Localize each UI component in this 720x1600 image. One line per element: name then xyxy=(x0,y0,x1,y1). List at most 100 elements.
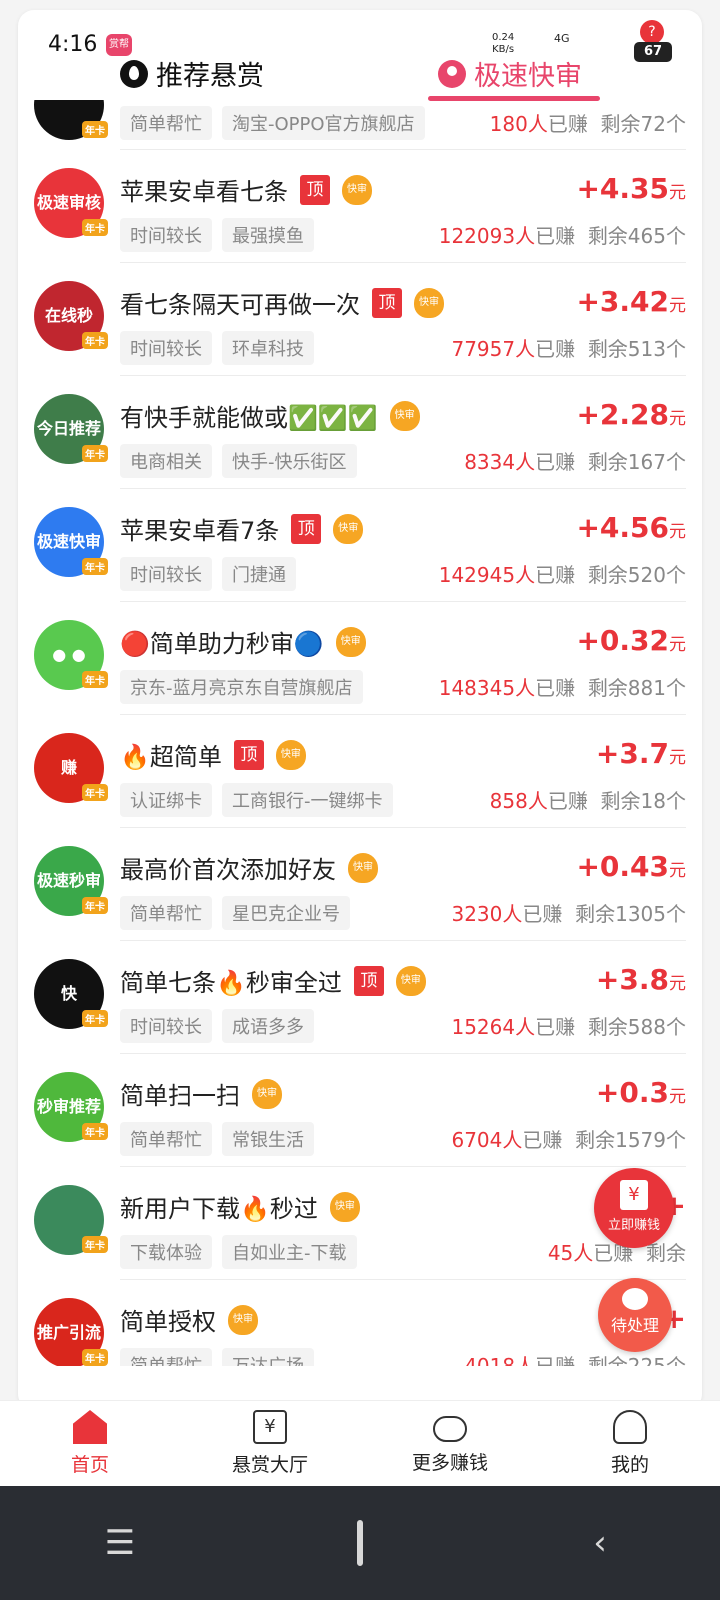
task-row[interactable]: 今日推荐 年卡 有快手就能做或✅✅✅ 快审 +2.28元 电商相关 快手-快乐街区 8334人… xyxy=(34,376,686,489)
remaining-count: 剩余881个 xyxy=(587,676,686,700)
task-tag: 认证绑卡 xyxy=(120,783,212,817)
pinned-badge: 顶 xyxy=(233,739,264,770)
task-row[interactable]: ● ● 年卡 🔴简单助力秒审🔵 快审 +0.32元 京东-蓝月亮京东自营旗舰店 148345… xyxy=(34,602,686,715)
fast-review-icon: 快审 xyxy=(395,965,426,996)
year-card-badge: 年卡 xyxy=(82,219,108,236)
year-card-badge: 年卡 xyxy=(82,1010,108,1027)
task-stats: 4018人已赚 剩余225个 xyxy=(464,1350,686,1366)
task-stats: 142945人已赚 剩余520个 xyxy=(439,559,686,588)
earned-label: 已赚 xyxy=(535,1354,576,1366)
task-title-row: 看七条隔天可再做一次顶快审 xyxy=(120,285,444,320)
task-tag: 时间较长 xyxy=(120,557,212,591)
task-avatar: 极速审核年卡 xyxy=(34,168,108,238)
price-value: 3.7 xyxy=(619,737,669,770)
remaining-count: 剩余 xyxy=(646,1241,686,1265)
tab-me[interactable]: 我的 xyxy=(540,1401,720,1486)
task-tags: 简单帮忙 淘宝-OPPO官方旗舰店 xyxy=(120,106,425,140)
remaining-count: 剩余513个 xyxy=(587,337,686,361)
task-title-row: 🔴简单助力秒审🔵 快审 xyxy=(120,624,366,659)
price-value: 0.3 xyxy=(619,1076,669,1109)
year-card-badge: 年卡 xyxy=(82,332,108,349)
chat-bubble-icon xyxy=(622,1288,648,1310)
task-title: 🔥超简单 xyxy=(120,743,222,771)
year-card-badge: 年卡 xyxy=(82,445,108,462)
price-value: 0.32 xyxy=(599,624,669,657)
fast-review-icon: 快审 xyxy=(342,174,372,205)
task-list[interactable]: 年卡 简单帮忙 淘宝-OPPO官方旗舰店 180人已赚 剩余72个 极速审核 年卡 苹果安卓… xyxy=(18,100,702,1366)
task-row[interactable]: 快年卡 简单七条🔥秒审全过顶快审 +3.8元 时间较长 成语多多 15264人已赚 剩余5… xyxy=(34,941,686,1054)
task-tag: 自如业主-下载 xyxy=(222,1235,357,1269)
status-time: 4:16 xyxy=(48,32,98,57)
task-row[interactable]: 在线秒 年卡 看七条隔天可再做一次顶快审 +3.42元 时间较长 环卓科技 77957人已赚… xyxy=(34,263,686,376)
earned-label: 已赚 xyxy=(547,789,588,813)
fast-review-icon: 快审 xyxy=(335,626,366,657)
task-price: +2.28元 xyxy=(576,398,686,431)
task-stats: 77957人已赚 剩余513个 xyxy=(451,333,686,362)
year-card-badge: 年卡 xyxy=(82,671,108,688)
task-stats: 858人已赚 剩余18个 xyxy=(490,785,686,814)
task-row[interactable]: 秒审推荐 年卡 简单扫一扫 快审 +0.3元 简单帮忙 常银生活 6704人已赚 剩余1579… xyxy=(34,1054,686,1167)
task-tags: 认证绑卡 工商银行-一键绑卡 xyxy=(120,783,393,817)
task-price: +3.42元 xyxy=(576,285,686,318)
task-tag: 简单帮忙 xyxy=(120,1348,212,1366)
task-tag: 简单帮忙 xyxy=(120,106,212,140)
task-row[interactable]: 赚年卡 🔥超简单顶快审 +3.7元 认证绑卡 工商银行-一键绑卡 858人已赚 剩余18个 xyxy=(34,715,686,828)
task-tag: 成语多多 xyxy=(222,1009,314,1043)
earned-label: 已赚 xyxy=(522,902,563,926)
app-notification-icon: 赏帮 xyxy=(106,34,132,56)
notice-badge-icon[interactable]: ? xyxy=(640,20,664,44)
fast-review-icon: 快审 xyxy=(252,1078,282,1109)
fast-review-label: 极速快审 xyxy=(474,61,582,92)
earned-count: 15264人 xyxy=(451,1015,536,1039)
task-row[interactable]: 年卡 简单帮忙 淘宝-OPPO官方旗舰店 180人已赚 剩余72个 xyxy=(34,100,686,150)
task-stats: 15264人已赚 剩余588个 xyxy=(451,1011,686,1040)
price-unit: 元 xyxy=(669,861,686,881)
task-tag: 电商相关 xyxy=(120,444,212,478)
task-title: 看七条隔天可再做一次 xyxy=(120,291,360,319)
price-value: 2.28 xyxy=(599,398,669,431)
task-avatar: 秒审推荐 年卡 xyxy=(34,1072,108,1142)
recommend-tab[interactable]: 推荐悬赏 xyxy=(120,54,264,93)
menu-icon[interactable]: ☰ xyxy=(90,1523,150,1563)
task-stats: 148345人已赚 剩余881个 xyxy=(439,672,686,701)
earned-count: 122093人 xyxy=(438,224,536,248)
earned-count: 3230人 xyxy=(451,902,523,926)
task-avatar: 在线秒 年卡 xyxy=(34,281,108,351)
task-tag: 快手-快乐街区 xyxy=(222,444,357,478)
task-row[interactable]: 极速审核 年卡 苹果安卓看七条顶快审 +4.35元 时间较长 最强摸鱼 122093人已赚 … xyxy=(34,150,686,263)
tab-hall[interactable]: ¥ 悬赏大厅 xyxy=(180,1401,360,1486)
tab-home[interactable]: 首页 xyxy=(0,1401,180,1486)
price-sign: + xyxy=(576,624,600,657)
task-stats: 3230人已赚 剩余1305个 xyxy=(451,898,686,927)
pending-button[interactable]: 待处理 xyxy=(598,1278,672,1352)
remaining-count: 剩余588个 xyxy=(587,1015,686,1039)
task-avatar: 年卡 xyxy=(34,1185,108,1255)
task-row[interactable]: 极速快审 年卡 苹果安卓看7条顶快审 +4.56元 时间较长 门捷通 142945人已赚 剩… xyxy=(34,489,686,602)
price-value: 0.43 xyxy=(599,850,669,883)
pinned-badge: 顶 xyxy=(291,513,322,544)
avatar-text: 极速审核 xyxy=(36,192,101,212)
task-tag: 常银生活 xyxy=(222,1122,314,1156)
avatar-text: 秒审推荐 xyxy=(36,1096,101,1116)
tab-more[interactable]: 更多赚钱 xyxy=(360,1401,540,1486)
task-tag: 工商银行-一键绑卡 xyxy=(222,783,393,817)
price-value: 4.56 xyxy=(599,511,669,544)
task-avatar: 极速快审 年卡 xyxy=(34,507,108,577)
task-tag: 下载体验 xyxy=(120,1235,212,1269)
price-unit: 元 xyxy=(669,296,686,316)
task-row[interactable]: 极速秒审 年卡 最高价首次添加好友 快审 +0.43元 简单帮忙 星巴克企业号 3230人已赚… xyxy=(34,828,686,941)
pinned-badge: 顶 xyxy=(372,287,402,318)
remaining-count: 剩余18个 xyxy=(600,789,686,813)
back-icon[interactable]: ‹ xyxy=(570,1523,630,1563)
price-sign: + xyxy=(595,737,620,770)
home-square-icon[interactable] xyxy=(330,1520,390,1566)
earn-now-button[interactable]: ¥ 立即赚钱 xyxy=(594,1168,674,1248)
task-title: 简单授权 xyxy=(120,1308,216,1336)
fast-review-icon: 快审 xyxy=(333,513,364,544)
task-title: 🔴简单助力秒审🔵 xyxy=(120,630,324,658)
task-title-row: 苹果安卓看七条顶快审 xyxy=(120,172,372,207)
fast-review-tab[interactable]: 极速快审 xyxy=(438,54,582,93)
earned-count: 142945人 xyxy=(438,563,536,587)
task-title: 最高价首次添加好友 xyxy=(120,856,336,884)
task-title-row: 简单扫一扫 快审 xyxy=(120,1076,282,1111)
